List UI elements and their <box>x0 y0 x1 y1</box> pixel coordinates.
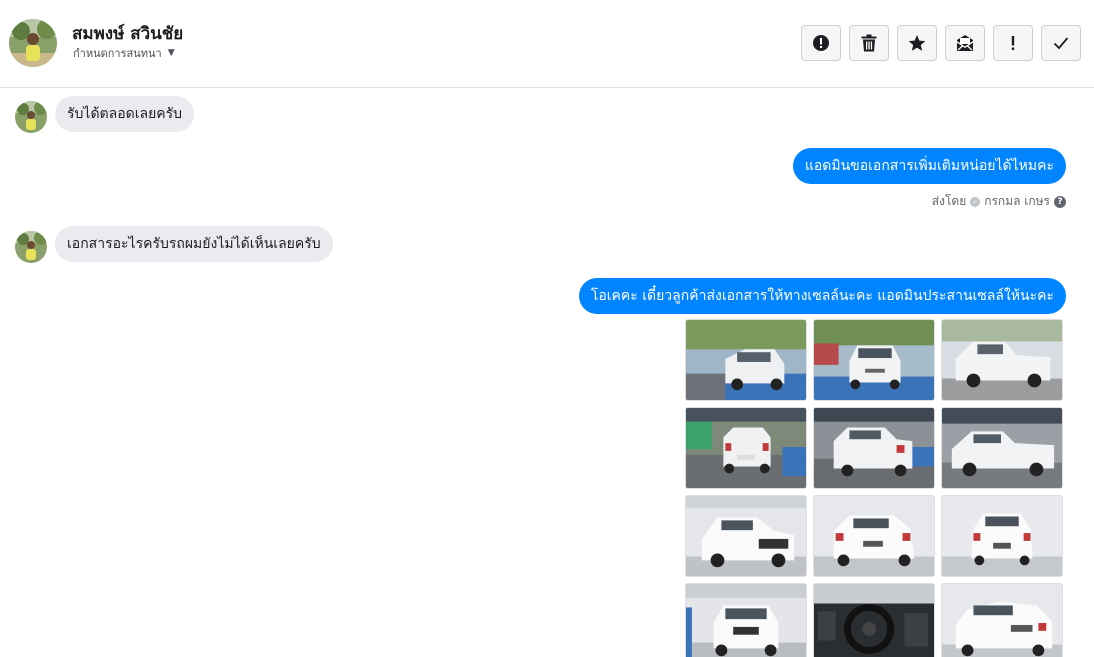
sender-avatar[interactable] <box>15 231 47 263</box>
photo-thumbnail[interactable] <box>685 407 807 489</box>
conversation-status-dropdown[interactable]: กำหนดการสนทนา ▼ <box>73 44 175 62</box>
star-icon <box>908 35 926 51</box>
contact-avatar[interactable] <box>9 19 57 67</box>
help-icon[interactable]: ? <box>1054 195 1066 208</box>
report-button[interactable] <box>801 25 841 61</box>
sent-by-line: ส่งโดย ✓ กรกมล เกษร ? <box>932 192 1066 211</box>
photo-thumbnail[interactable] <box>685 319 807 401</box>
done-button[interactable] <box>1041 25 1081 61</box>
message-bubble-incoming[interactable]: เอกสารอะไรครับรถผมยังไม่ได้เห็นเลยครับ <box>55 226 333 262</box>
photo-thumbnail[interactable] <box>941 407 1063 489</box>
photo-thumbnail[interactable] <box>813 319 935 401</box>
conversation-status-label: กำหนดการสนทนา <box>73 47 162 60</box>
photo-thumbnail[interactable] <box>813 407 935 489</box>
caret-down-icon: ▼ <box>167 48 175 58</box>
trash-icon <box>861 34 877 52</box>
photo-thumbnail[interactable] <box>941 319 1063 401</box>
photo-thumbnail[interactable] <box>685 583 807 657</box>
star-button[interactable] <box>897 25 937 61</box>
sender-avatar[interactable] <box>15 101 47 133</box>
message-bubble-outgoing[interactable]: โอเคคะ เดี๋ยวลูกค้าส่งเอกสารให้ทางเซลล์น… <box>578 278 1066 314</box>
photo-thumbnail[interactable] <box>813 495 935 577</box>
photo-attachment-grid <box>685 319 1065 657</box>
agent-status-icon: ✓ <box>970 196 981 207</box>
photo-thumbnail[interactable] <box>685 495 807 577</box>
exclamation-icon <box>1011 36 1015 50</box>
photo-thumbnail[interactable] <box>813 583 935 657</box>
photo-thumbnail[interactable] <box>941 495 1063 577</box>
mark-unread-button[interactable] <box>945 25 985 61</box>
message-bubble-outgoing[interactable]: แอดมินขอเอกสารเพิ่มเติมหน่อยได้ไหมคะ <box>792 148 1066 184</box>
message-bubble-incoming[interactable]: รับได้ตลอดเลยครับ <box>55 96 195 132</box>
mark-unread-icon <box>957 35 973 51</box>
important-button[interactable] <box>993 25 1033 61</box>
toolbar <box>801 25 1081 61</box>
conversation-header: สมพงษ์ สวินชัย กำหนดการสนทนา ▼ <box>0 0 1094 88</box>
sent-by-prefix: ส่งโดย <box>931 194 967 208</box>
photo-thumbnail[interactable] <box>941 583 1063 657</box>
alert-circle-icon <box>813 35 829 51</box>
contact-name[interactable]: สมพงษ์ สวินชัย <box>72 20 183 47</box>
sent-by-name: กรกมล เกษร <box>984 194 1050 208</box>
delete-button[interactable] <box>849 25 889 61</box>
check-icon <box>1053 37 1069 50</box>
